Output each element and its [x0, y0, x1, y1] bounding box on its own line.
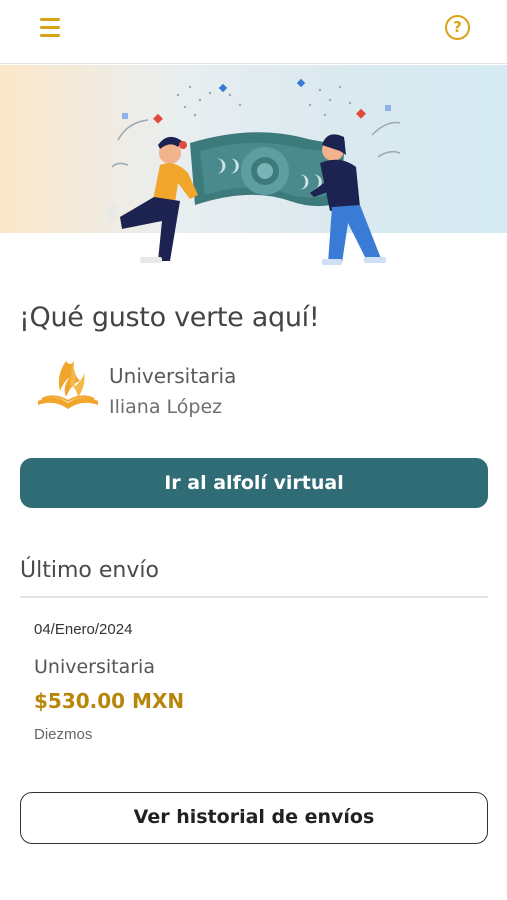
- help-icon[interactable]: ?: [445, 15, 470, 40]
- section-divider: [20, 596, 488, 598]
- hero-illustration: ❩❩ ❩❩: [0, 65, 507, 275]
- shipment-church: Universitaria: [34, 656, 155, 678]
- view-shipment-history-button[interactable]: Ver historial de envíos: [20, 792, 488, 844]
- hamburger-menu-icon[interactable]: [38, 16, 64, 40]
- people-holding-banknote-icon: ❩❩ ❩❩: [108, 78, 401, 265]
- member-name: Iliana López: [109, 396, 223, 418]
- go-to-virtual-alfoli-button[interactable]: Ir al alfolí virtual: [20, 458, 488, 508]
- church-name: Universitaria: [109, 364, 237, 388]
- shipment-amount: $530.00 MXN: [34, 689, 185, 713]
- church-logo-icon: [38, 361, 98, 409]
- shipment-concept: Diezmos: [34, 726, 93, 743]
- greeting-heading: ¡Qué gusto verte aquí!: [19, 302, 320, 333]
- shipment-date: 04/Enero/2024: [34, 621, 133, 638]
- top-bar: ?: [0, 0, 507, 64]
- last-shipment-title: Último envío: [20, 558, 159, 583]
- svg-text:❩❩: ❩❩: [215, 156, 242, 175]
